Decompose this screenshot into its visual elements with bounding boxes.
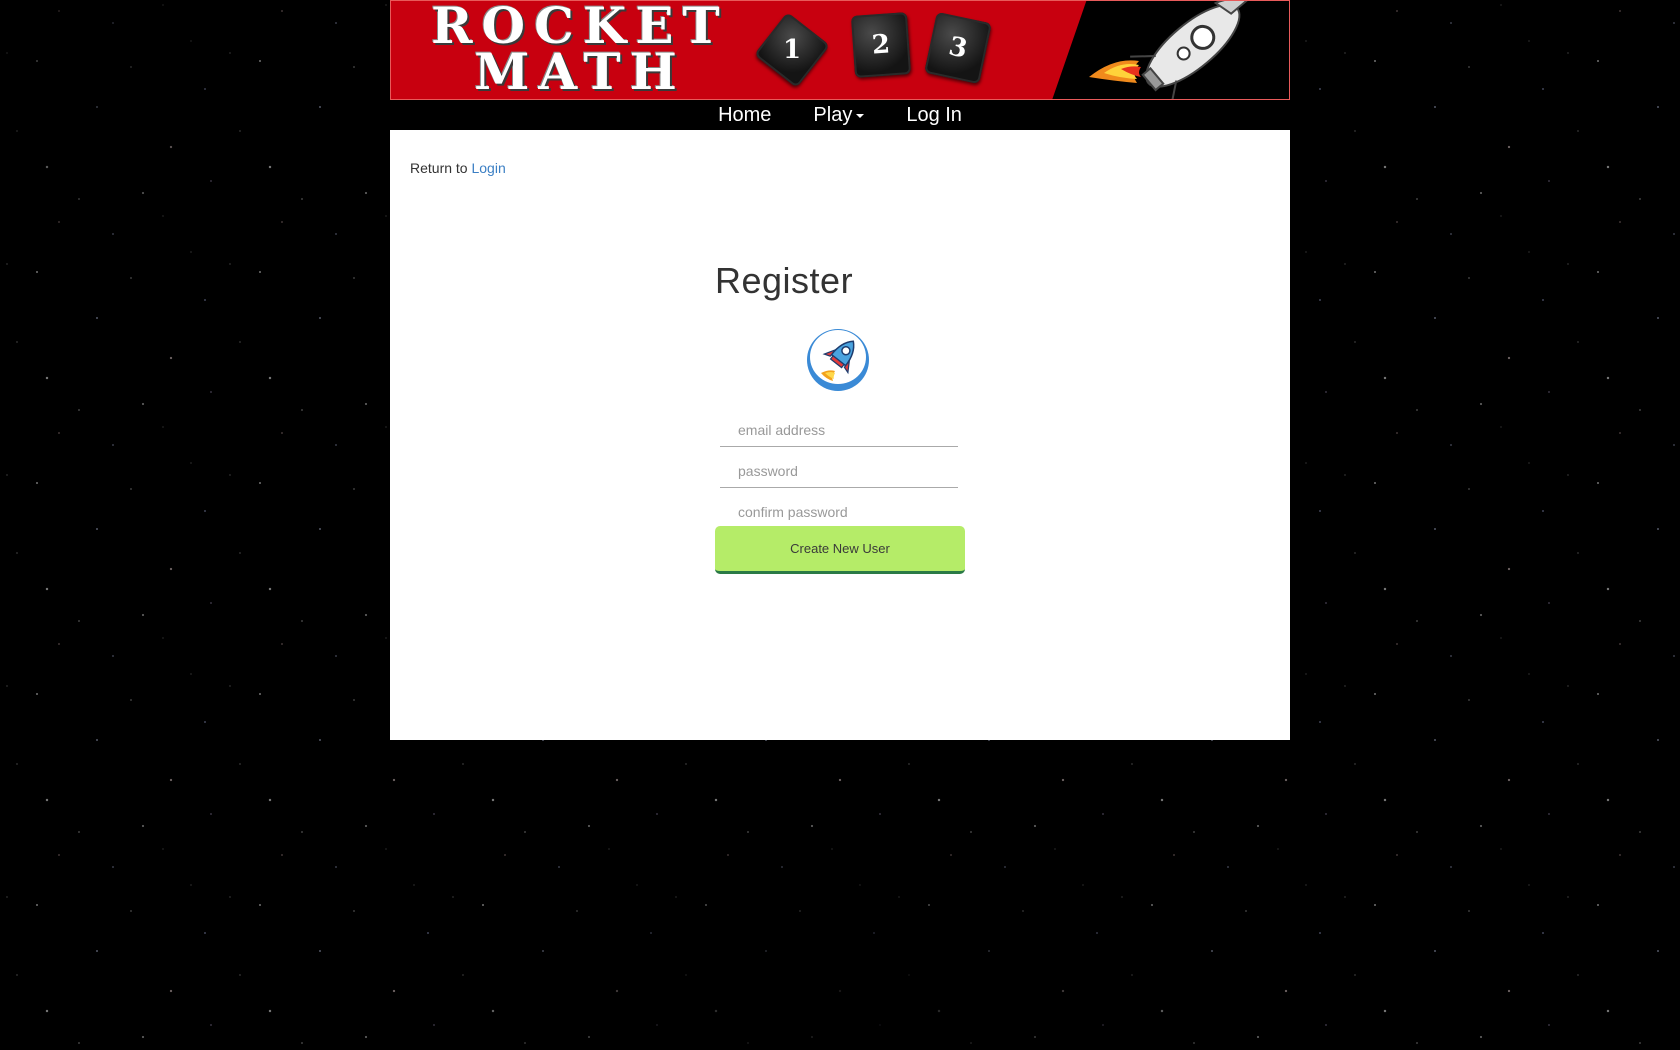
banner-rocket-icon (1089, 1, 1250, 99)
page-title: Register (715, 260, 854, 301)
return-login-link[interactable]: Login (471, 160, 505, 176)
banner-rocket-panel (1051, 1, 1289, 99)
caret-down-icon (856, 113, 865, 118)
dice-2: 2 (850, 12, 912, 78)
top-nav: Home Play Log In (390, 100, 1290, 130)
password-field[interactable] (720, 454, 958, 488)
nav-play-dropdown[interactable]: Play (792, 100, 885, 130)
confirm-password-field[interactable] (720, 495, 958, 529)
site-banner: ROCKET MATH 1 2 3 (390, 0, 1290, 100)
create-new-user-button[interactable]: Create New User (715, 526, 965, 574)
rocket-math-logo[interactable]: ROCKET MATH (431, 1, 721, 100)
dice-2-label: 2 (870, 29, 892, 61)
dice-3: 3 (924, 11, 992, 85)
return-prefix: Return to (410, 160, 468, 176)
nav-play-label: Play (813, 104, 853, 126)
main-content: Return to Login Register Create New User (390, 130, 1290, 740)
nav-login-link[interactable]: Log In (885, 100, 983, 130)
nav-home-link[interactable]: Home (697, 100, 792, 130)
logo-line-2: MATH (474, 42, 686, 100)
dice-1-label: 1 (782, 35, 802, 65)
site-container: ROCKET MATH 1 2 3 Home Play Log In Retur… (390, 0, 1290, 740)
rocket-icon (821, 340, 855, 381)
email-field[interactable] (720, 413, 958, 447)
dice-3-label: 3 (946, 31, 970, 65)
avatar (807, 329, 869, 391)
return-line: Return to Login (410, 160, 506, 176)
dice-1: 1 (754, 12, 830, 88)
